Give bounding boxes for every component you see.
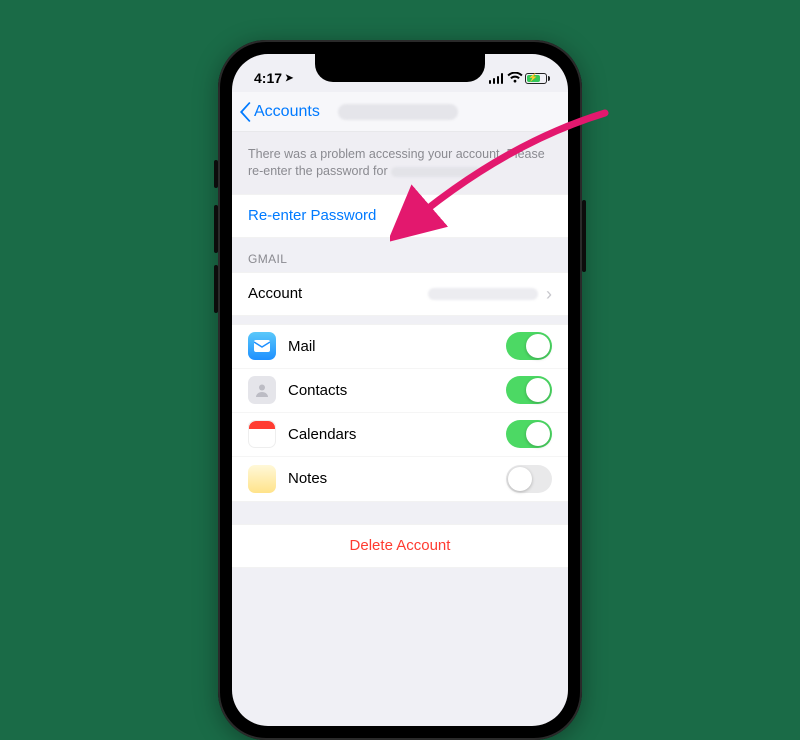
screen: 4:17 ➤ ⚡ Accounts [232, 54, 568, 726]
calendars-icon [248, 420, 276, 448]
error-line-2-prefix: re-enter the password for [248, 164, 388, 178]
wifi-icon [507, 72, 521, 84]
volume-down-button [214, 265, 218, 313]
service-row-contacts: Contacts [232, 369, 568, 413]
contacts-icon [248, 376, 276, 404]
location-services-icon: ➤ [285, 73, 293, 84]
account-row[interactable]: Account › [232, 272, 568, 316]
error-line-2: re-enter the password for [248, 163, 552, 180]
error-line-1: There was a problem accessing your accou… [248, 146, 552, 163]
mail-toggle[interactable] [506, 332, 552, 360]
chevron-left-icon [240, 102, 252, 122]
services-group: Mail Contacts Calendars Notes [232, 324, 568, 502]
account-section-header: GMAIL [232, 238, 568, 272]
device-notch [315, 54, 485, 82]
account-email-redacted [428, 288, 538, 300]
account-error-message: There was a problem accessing your accou… [232, 132, 568, 194]
service-label: Contacts [288, 382, 494, 399]
status-left: 4:17 ➤ [254, 70, 293, 86]
phone-device-frame: 4:17 ➤ ⚡ Accounts [218, 40, 582, 740]
error-account-name-redacted [391, 167, 481, 177]
service-row-mail: Mail [232, 325, 568, 369]
chevron-right-icon: › [546, 285, 552, 303]
mute-switch [214, 160, 218, 188]
service-label: Mail [288, 338, 494, 355]
notes-toggle[interactable] [506, 465, 552, 493]
notes-icon [248, 465, 276, 493]
contacts-toggle[interactable] [506, 376, 552, 404]
reenter-password-button[interactable]: Re-enter Password [232, 194, 568, 238]
service-label: Notes [288, 470, 494, 487]
service-row-notes: Notes [232, 457, 568, 501]
navigation-bar: Accounts [232, 92, 568, 132]
delete-account-button[interactable]: Delete Account [232, 524, 568, 568]
delete-account-label: Delete Account [350, 537, 451, 554]
status-time: 4:17 [254, 70, 282, 86]
calendars-toggle[interactable] [506, 420, 552, 448]
account-row-label: Account [248, 285, 302, 302]
service-row-calendars: Calendars [232, 413, 568, 457]
mail-icon [248, 332, 276, 360]
battery-icon: ⚡ [525, 73, 550, 84]
service-label: Calendars [288, 426, 494, 443]
status-right: ⚡ [489, 72, 551, 84]
reenter-password-label: Re-enter Password [248, 207, 376, 224]
nav-title-redacted [338, 104, 458, 120]
back-button[interactable]: Accounts [240, 102, 320, 122]
power-button [582, 200, 586, 272]
back-button-label: Accounts [254, 103, 320, 121]
cellular-signal-icon [489, 73, 504, 84]
volume-up-button [214, 205, 218, 253]
